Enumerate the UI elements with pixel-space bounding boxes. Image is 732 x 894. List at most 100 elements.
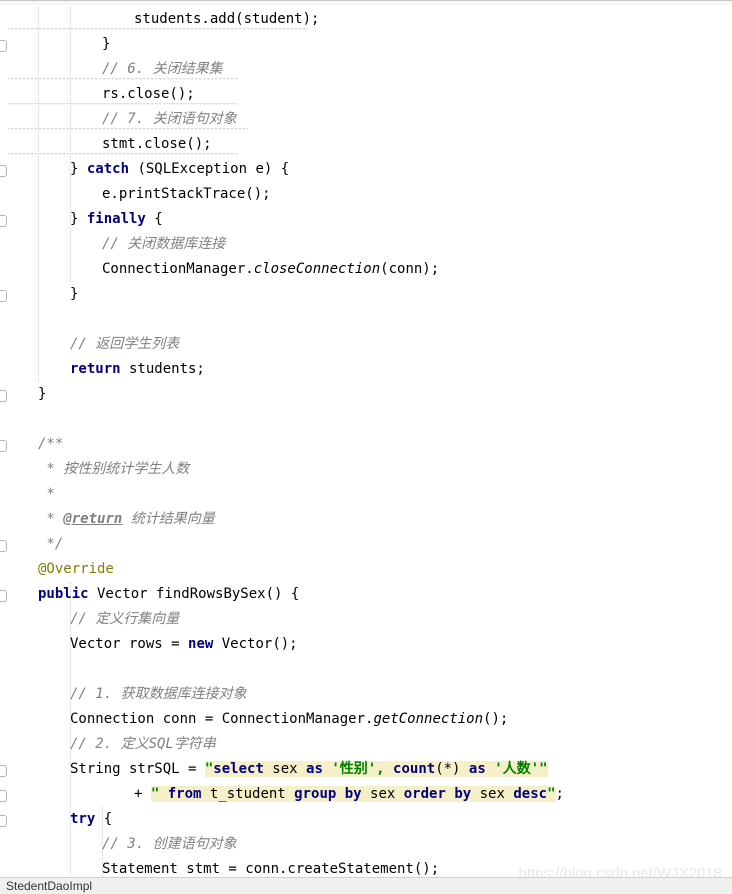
code-token: } xyxy=(70,286,79,302)
code-line[interactable]: * xyxy=(38,482,54,507)
code-line[interactable]: + " from t_student group by sex order by… xyxy=(134,782,564,807)
code-token: as xyxy=(468,761,486,777)
fold-marker-icon[interactable] xyxy=(0,765,7,777)
fold-marker-icon[interactable] xyxy=(0,590,7,602)
code-line[interactable]: /** xyxy=(38,432,63,457)
code-token: (); xyxy=(483,711,509,727)
code-line[interactable]: String strSQL = " select sex as '性别', cou… xyxy=(70,757,548,782)
code-token: } xyxy=(70,211,87,227)
fold-marker-icon[interactable] xyxy=(0,815,7,827)
code-token: from xyxy=(167,786,202,802)
fold-marker-icon[interactable] xyxy=(0,390,7,402)
code-line[interactable]: ConnectionManager.closeConnection(conn); xyxy=(102,257,439,282)
code-line[interactable]: // 3. 创建语句对象 xyxy=(102,832,237,857)
code-token: Vector findRowsBySex() { xyxy=(88,586,300,602)
code-token: Statement stmt = conn.createStatement(); xyxy=(102,861,440,877)
code-line[interactable]: * @return 统计结果向量 xyxy=(38,507,215,532)
code-token: @return xyxy=(63,511,123,527)
code-token: // 2. 定义SQL字符串 xyxy=(70,736,216,752)
code-line[interactable]: return students; xyxy=(70,357,205,382)
code-token: students.add(student); xyxy=(134,11,320,27)
status-file-name[interactable]: StedentDaoImpl xyxy=(0,879,92,893)
code-token: Connection conn = ConnectionManager. xyxy=(70,711,374,727)
code-line[interactable]: // 定义行集向量 xyxy=(70,607,179,632)
code-token: catch xyxy=(86,161,130,177)
code-line[interactable]: // 关闭数据库连接 xyxy=(102,232,225,257)
code-token: // 关闭数据库连接 xyxy=(102,236,226,252)
code-line[interactable]: Vector rows = new Vector(); xyxy=(70,632,298,657)
code-token: group by xyxy=(294,786,362,802)
code-token: sex xyxy=(263,761,307,777)
code-line[interactable]: * 按性别统计学生人数 xyxy=(38,457,189,482)
code-line[interactable]: try { xyxy=(70,807,112,832)
code-token: // 定义行集向量 xyxy=(70,611,180,627)
code-token: (conn); xyxy=(380,261,440,277)
code-token: new xyxy=(188,636,214,652)
code-token: finally xyxy=(86,211,146,227)
code-token: '性别', xyxy=(322,761,394,777)
code-line[interactable]: Connection conn = ConnectionManager.getC… xyxy=(70,707,508,732)
status-bar: StedentDaoImpl xyxy=(0,877,732,894)
code-token: " xyxy=(547,786,556,802)
code-line[interactable]: } catch (SQLException e) { xyxy=(70,157,289,182)
code-token: stmt.close(); xyxy=(102,136,212,152)
fold-marker-icon[interactable] xyxy=(0,790,7,802)
code-line[interactable]: // 1. 获取数据库连接对象 xyxy=(70,682,247,707)
code-token: ConnectionManager. xyxy=(102,261,254,277)
code-token: " xyxy=(539,761,548,777)
code-token: // 7. 关闭语句对象 xyxy=(102,111,237,127)
inspection-underline xyxy=(8,28,308,32)
code-token: /** xyxy=(38,436,64,452)
fold-marker-icon[interactable] xyxy=(0,165,7,177)
code-token: } xyxy=(70,161,87,177)
code-token: sex xyxy=(361,786,404,802)
code-token: " xyxy=(150,786,168,802)
code-token: public xyxy=(38,586,89,602)
code-line[interactable]: @Override xyxy=(38,557,114,582)
indent-guide xyxy=(70,7,71,282)
inspection-underline xyxy=(8,103,238,107)
code-token: 统计结果向量 xyxy=(122,511,215,527)
fold-marker-icon[interactable] xyxy=(0,40,7,52)
code-line[interactable]: // 2. 定义SQL字符串 xyxy=(70,732,216,757)
fold-marker-icon[interactable] xyxy=(0,440,7,452)
code-line[interactable]: } xyxy=(38,382,46,407)
code-line[interactable]: e.printStackTrace(); xyxy=(102,182,271,207)
code-token: getConnection xyxy=(373,711,484,727)
code-token: sex xyxy=(471,786,514,802)
code-line[interactable]: // 返回学生列表 xyxy=(70,332,179,357)
fold-marker-icon[interactable] xyxy=(0,540,7,552)
code-line[interactable]: } xyxy=(70,282,78,307)
code-token: // 1. 获取数据库连接对象 xyxy=(70,686,247,702)
inspection-underline xyxy=(8,128,248,132)
code-token: @Override xyxy=(38,561,114,577)
code-line[interactable]: } xyxy=(102,32,110,57)
code-token: order by xyxy=(403,786,472,802)
code-token: count xyxy=(393,761,436,777)
code-token: t_student xyxy=(201,786,295,802)
inspection-underline xyxy=(8,78,238,82)
code-token: return xyxy=(70,361,121,377)
code-token: { xyxy=(95,811,113,827)
code-token: // 6. 关闭结果集 xyxy=(102,61,223,77)
code-token: e.printStackTrace(); xyxy=(102,186,271,202)
code-token: try xyxy=(70,811,96,827)
fold-marker-icon[interactable] xyxy=(0,215,7,227)
code-token: rs.close(); xyxy=(102,86,195,102)
code-line[interactable]: } finally { xyxy=(70,207,163,232)
code-token: desc xyxy=(513,786,548,802)
fold-marker-icon[interactable] xyxy=(0,290,7,302)
code-token: } xyxy=(38,386,47,402)
code-token: // 3. 创建语句对象 xyxy=(102,836,237,852)
code-token: } xyxy=(102,36,111,52)
code-token: ; xyxy=(555,786,564,802)
code-line[interactable]: public Vector findRowsBySex() { xyxy=(38,582,299,607)
code-token: * 按性别统计学生人数 xyxy=(38,461,190,477)
code-token: String strSQL = xyxy=(70,761,205,777)
code-token: as xyxy=(306,761,323,777)
code-token: * xyxy=(38,511,64,527)
code-token: { xyxy=(145,211,163,227)
code-token: students; xyxy=(120,361,205,377)
code-line[interactable]: */ xyxy=(38,532,63,557)
indent-guide xyxy=(38,7,39,382)
